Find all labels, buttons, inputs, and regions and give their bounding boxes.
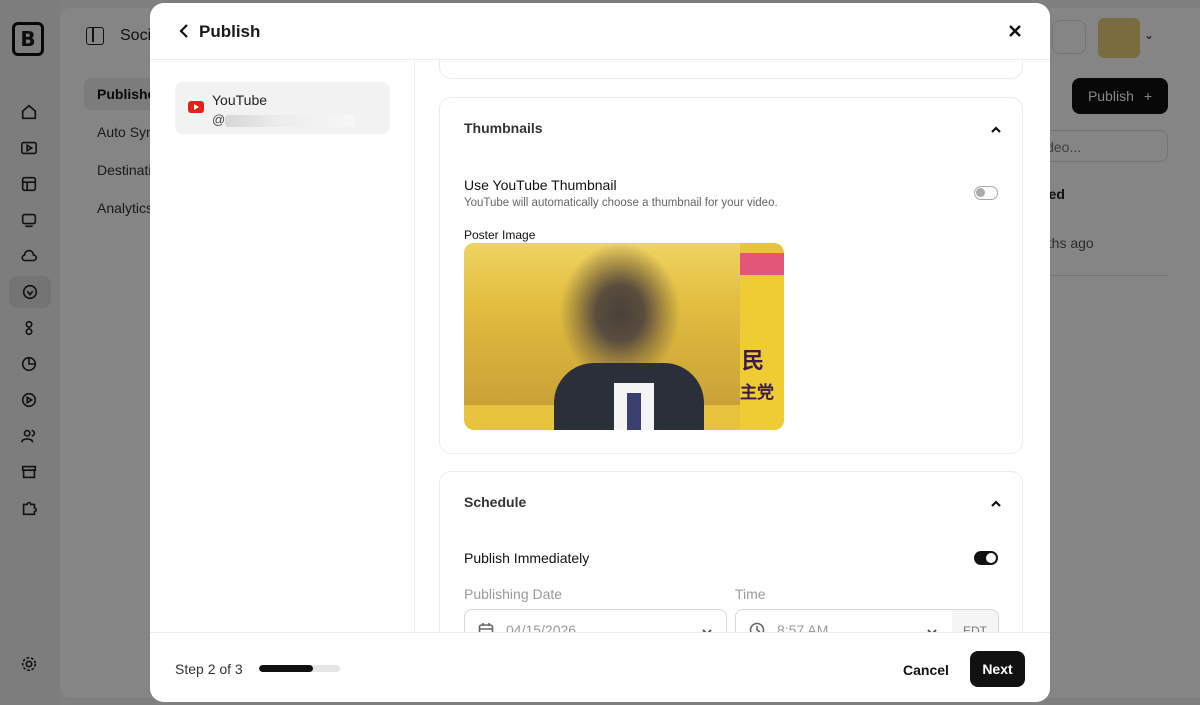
use-youtube-thumbnail-label: Use YouTube Thumbnail — [464, 177, 617, 193]
schedule-title: Schedule — [464, 494, 527, 510]
modal-footer: Step 2 of 3 Cancel Next — [150, 632, 1050, 702]
step-progress-bar — [259, 665, 340, 672]
chevron-up-icon[interactable] — [991, 122, 1003, 134]
publishing-date-picker[interactable]: 04/15/2026 — [464, 609, 727, 632]
calendar-icon — [478, 622, 494, 632]
poster-image-label: Poster Image — [464, 228, 536, 242]
poster-text-top: 民 — [742, 349, 765, 374]
poster-tie — [627, 393, 641, 430]
clock-icon — [749, 622, 765, 632]
thumbnails-card: Thumbnails Use YouTube Thumbnail YouTube… — [439, 97, 1023, 454]
use-youtube-thumbnail-toggle[interactable] — [974, 186, 998, 200]
account-platform: YouTube — [212, 92, 268, 108]
time-picker[interactable]: 8:57 AM — [735, 609, 953, 632]
timezone-label: EDT — [952, 609, 999, 632]
thumbnails-title: Thumbnails — [464, 120, 543, 136]
close-icon[interactable] — [1005, 21, 1025, 41]
account-handle-redacted — [225, 115, 355, 127]
settings-pane[interactable]: Thumbnails Use YouTube Thumbnail YouTube… — [415, 60, 1050, 632]
publish-modal: Publish YouTube @ Thumbnails Use YouTube… — [150, 3, 1050, 702]
poster-image[interactable]: 民 主党 — [464, 243, 784, 430]
account-handle: @ — [212, 112, 226, 127]
cancel-button[interactable]: Cancel — [890, 653, 962, 687]
back-icon[interactable] — [174, 21, 194, 41]
poster-banner — [740, 253, 784, 430]
use-youtube-thumbnail-desc: YouTube will automatically choose a thum… — [464, 197, 778, 209]
step-progress-fill — [259, 665, 314, 672]
publishing-date-label: Publishing Date — [464, 586, 563, 602]
publish-immediately-toggle[interactable] — [974, 551, 998, 565]
modal-header: Publish — [150, 3, 1050, 60]
schedule-card: Schedule Publish Immediately Publishing … — [439, 471, 1023, 632]
account-list: YouTube @ — [150, 60, 415, 632]
previous-section-card — [439, 60, 1023, 79]
publish-immediately-label: Publish Immediately — [464, 550, 590, 566]
next-button[interactable]: Next — [970, 651, 1025, 687]
poster-text-bottom: 主党 — [740, 383, 774, 403]
step-indicator: Step 2 of 3 — [175, 661, 243, 677]
poster-pink-strip — [740, 253, 784, 275]
time-label: Time — [735, 586, 766, 602]
modal-title: Publish — [199, 22, 261, 41]
publishing-date-value: 04/15/2026 — [506, 622, 577, 632]
time-value: 8:57 AM — [777, 622, 829, 632]
account-item-youtube[interactable]: YouTube @ — [175, 82, 390, 134]
youtube-icon — [188, 101, 204, 113]
chevron-up-icon[interactable] — [991, 496, 1003, 508]
chevron-down-icon — [927, 624, 939, 632]
chevron-down-icon — [702, 624, 714, 632]
